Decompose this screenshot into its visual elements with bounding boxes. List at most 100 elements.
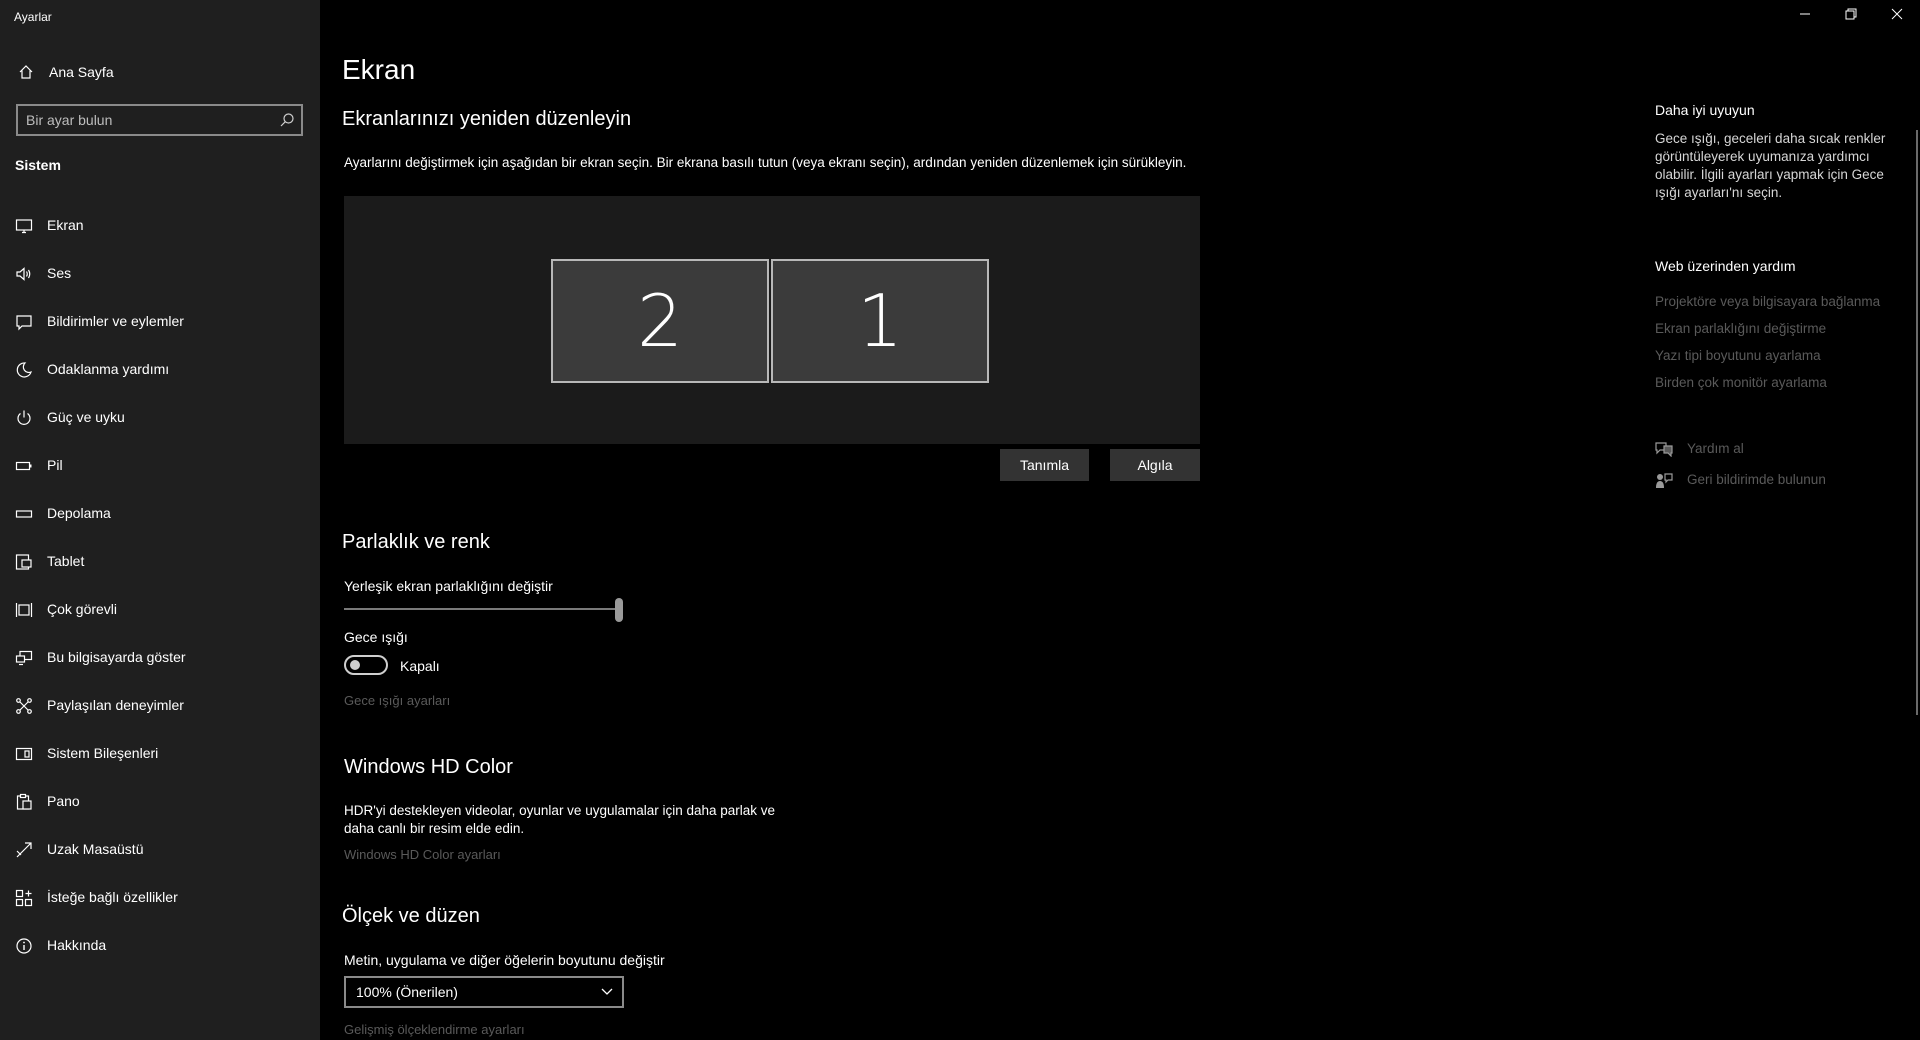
moon-icon [15, 361, 33, 379]
sidebar-item-label: Bildirimler ve eylemler [47, 313, 184, 329]
sidebar-item-label: Ekran [47, 217, 84, 233]
feedback-link[interactable]: Geri bildirimde bulunun [1687, 472, 1826, 487]
web-help-link[interactable]: Birden çok monitör ayarlama [1655, 375, 1827, 390]
rearrange-description: Ayarlarını değiştirmek için aşağıdan bir… [344, 155, 1187, 170]
sidebar-item-label: Paylaşılan deneyimler [47, 697, 184, 713]
sidebar-item-label: Uzak Masaüstü [47, 841, 144, 857]
sidebar-item-label: Sistem Bileşenleri [47, 745, 159, 761]
feedback-icon [1655, 472, 1673, 495]
sidebar-item-label: Güç ve uyku [47, 409, 125, 425]
remote-desktop-icon [15, 841, 33, 859]
hdr-settings-link[interactable]: Windows HD Color ayarları [344, 847, 501, 862]
multitasking-icon [15, 601, 33, 619]
monitor-1[interactable]: 1 [771, 259, 989, 383]
minimize-icon [1799, 7, 1811, 25]
monitor-icon [15, 217, 33, 235]
battery-icon [15, 457, 33, 475]
sidebar-item-ekran[interactable]: Ekran [0, 206, 320, 254]
rearrange-heading: Ekranlarınızı yeniden düzenleyin [342, 108, 632, 130]
clipboard-icon [15, 793, 33, 811]
project-icon [15, 649, 33, 667]
identify-button[interactable]: Tanımla [1000, 449, 1089, 481]
search-input[interactable] [26, 106, 276, 134]
tablet-icon [15, 553, 33, 571]
sidebar-item-tablet[interactable]: Tablet [0, 542, 320, 590]
hdr-description-line1: HDR'yi destekleyen videolar, oyunlar ve … [344, 803, 776, 818]
night-light-settings-link[interactable]: Gece ışığı ayarları [344, 693, 450, 708]
night-light-state: Kapalı [400, 658, 440, 674]
sidebar-item-label: Çok görevli [47, 601, 118, 617]
display-arrangement-area[interactable]: 2 1 [344, 196, 1200, 444]
scale-label: Metin, uygulama ve diğer öğelerin boyutu… [344, 952, 665, 968]
sidebar-item-label: Hakkında [47, 937, 107, 953]
sidebar-item-pano[interactable]: Pano [0, 782, 320, 830]
notification-icon [15, 313, 33, 331]
sidebar-item-cok-gorevli[interactable]: Çok görevli [0, 590, 320, 638]
sidebar-item-label: İsteğe bağlı özellikler [47, 889, 178, 905]
fit-text-line3: olabilir. İlgili ayarları yapmak için Ge… [1655, 167, 1884, 182]
advanced-scaling-link[interactable]: Gelişmiş ölçeklendirme ayarları [344, 1022, 525, 1037]
sidebar-item-label: Bu bilgisayarda göster [47, 649, 186, 665]
restore-button[interactable] [1828, 0, 1874, 32]
sidebar-item-label: Pano [47, 793, 80, 809]
sidebar-item-label: Tablet [47, 553, 85, 569]
brightness-slider-thumb[interactable] [615, 598, 623, 622]
fit-title: Daha iyi uyuyun [1655, 102, 1755, 118]
get-help-link[interactable]: Yardım al [1687, 441, 1744, 456]
fit-text-line1: Gece ışığı, geceleri daha sıcak renkler [1655, 131, 1886, 146]
close-button[interactable] [1874, 0, 1920, 32]
storage-icon [15, 505, 33, 523]
scrollbar[interactable] [1916, 130, 1918, 715]
web-help-link[interactable]: Ekran parlaklığını değiştirme [1655, 321, 1826, 336]
scale-dropdown[interactable]: 100% (Önerilen) [344, 976, 624, 1008]
search-box[interactable] [16, 104, 303, 136]
shared-icon [15, 697, 33, 715]
hdr-description-line2: daha canlı bir resim elde edin. [344, 821, 525, 836]
scale-dropdown-value: 100% (Önerilen) [356, 984, 458, 1000]
speaker-icon [15, 265, 33, 283]
nav-list: Ekran Ses Bildirimler ve eylemler Odakla… [0, 206, 320, 974]
fit-text-line2: görüntüleyerek uyumanıza yardımcı [1655, 149, 1870, 164]
web-help-link[interactable]: Yazı tipi boyutunu ayarlama [1655, 348, 1821, 363]
sidebar-item-guc[interactable]: Güç ve uyku [0, 398, 320, 446]
sidebar-item-istege-bagli[interactable]: İsteğe bağlı özellikler [0, 878, 320, 926]
home-nav-item[interactable]: Ana Sayfa [0, 58, 320, 88]
minimize-button[interactable] [1782, 0, 1828, 32]
sidebar-item-hakkinda[interactable]: Hakkında [0, 926, 320, 974]
monitor-2[interactable]: 2 [551, 259, 769, 383]
brightness-heading: Parlaklık ve renk [342, 531, 490, 553]
fit-text-line4: ışığı ayarları'nı seçin. [1655, 185, 1783, 200]
detect-button[interactable]: Algıla [1110, 449, 1200, 481]
sidebar-item-sistem-bilesenleri[interactable]: Sistem Bileşenleri [0, 734, 320, 782]
web-help-title: Web üzerinden yardım [1655, 258, 1796, 274]
components-icon [15, 745, 33, 763]
page-title: Ekran [342, 54, 416, 85]
scale-heading: Ölçek ve düzen [342, 905, 480, 927]
chat-help-icon [1655, 441, 1673, 462]
brightness-slider-label: Yerleşik ekran parlaklığını değiştir [344, 578, 553, 594]
home-icon [18, 64, 34, 85]
sidebar-item-pil[interactable]: Pil [0, 446, 320, 494]
sidebar-item-bu-bilgisayarda[interactable]: Bu bilgisayarda göster [0, 638, 320, 686]
sidebar-item-label: Ses [47, 265, 72, 281]
brightness-slider-track[interactable] [344, 608, 620, 610]
sidebar: Ayarlar Ana Sayfa Sistem Ekran Ses Bildi… [0, 0, 320, 1040]
sidebar-item-odaklanma[interactable]: Odaklanma yardımı [0, 350, 320, 398]
search-icon[interactable] [279, 112, 295, 133]
sidebar-item-depolama[interactable]: Depolama [0, 494, 320, 542]
sidebar-item-uzak-masaustu[interactable]: Uzak Masaüstü [0, 830, 320, 878]
sidebar-item-label: Odaklanma yardımı [47, 361, 170, 377]
hdr-heading: Windows HD Color [344, 756, 513, 778]
sidebar-item-ses[interactable]: Ses [0, 254, 320, 302]
section-label: Sistem [15, 157, 61, 173]
sidebar-item-paylasilan[interactable]: Paylaşılan deneyimler [0, 686, 320, 734]
optional-features-icon [15, 889, 33, 907]
app-title: Ayarlar [14, 10, 52, 24]
restore-icon [1845, 7, 1857, 25]
toggle-knob [350, 660, 360, 670]
night-light-toggle[interactable] [344, 655, 388, 675]
sidebar-item-bildirimler[interactable]: Bildirimler ve eylemler [0, 302, 320, 350]
web-help-link[interactable]: Projektöre veya bilgisayara bağlanma [1655, 294, 1880, 309]
close-icon [1891, 7, 1903, 25]
sidebar-item-label: Depolama [47, 505, 111, 521]
